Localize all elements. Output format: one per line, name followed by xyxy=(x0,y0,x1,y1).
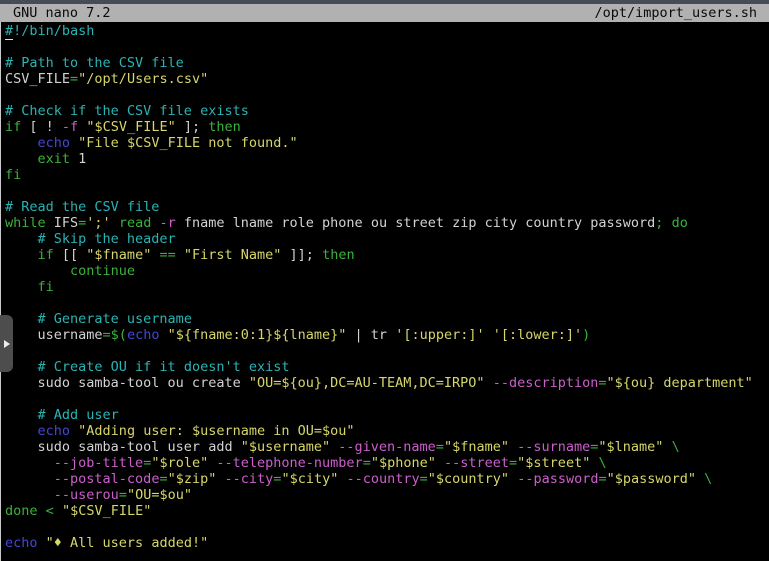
code-line xyxy=(5,183,769,199)
expand-arrow-icon xyxy=(4,340,10,348)
code-line xyxy=(5,39,769,55)
code-line: if [ ! -f "$CSV_FILE" ]; then xyxy=(5,119,769,135)
code-line: done < "$CSV_FILE" xyxy=(5,503,769,519)
terminal-window: GNU nano 7.2 /opt/import_users.sh #!/bin… xyxy=(0,0,769,561)
file-path-label: /opt/import_users.sh xyxy=(594,4,757,22)
code-line: # Read the CSV file xyxy=(5,199,769,215)
code-line: --postal-code="$zip" --city="$city" --co… xyxy=(5,471,769,487)
code-line: echo "♦ All users added!" xyxy=(5,535,769,551)
code-line: #!/bin/bash xyxy=(5,23,769,39)
code-line: fi xyxy=(5,167,769,183)
code-line: # Create OU if it doesn't exist xyxy=(5,359,769,375)
code-line: while IFS=';' read -r fname lname role p… xyxy=(5,215,769,231)
code-line: # Add user xyxy=(5,407,769,423)
code-line: --userou="OU=$ou" xyxy=(5,487,769,503)
code-line: fi xyxy=(5,279,769,295)
code-line: CSV_FILE="/opt/Users.csv" xyxy=(5,71,769,87)
side-panel-handle[interactable] xyxy=(0,315,13,372)
code-line xyxy=(5,519,769,535)
code-line: # Check if the CSV file exists xyxy=(5,103,769,119)
code-line xyxy=(5,295,769,311)
text-cursor: # xyxy=(5,23,13,40)
code-line xyxy=(5,343,769,359)
nano-titlebar: GNU nano 7.2 /opt/import_users.sh xyxy=(0,4,769,22)
code-line: if [[ "$fname" == "First Name" ]]; then xyxy=(5,247,769,263)
window-left-edge xyxy=(0,0,1,561)
code-area[interactable]: #!/bin/bash # Path to the CSV fileCSV_FI… xyxy=(0,22,769,561)
code-line: exit 1 xyxy=(5,151,769,167)
code-line: # Skip the header xyxy=(5,231,769,247)
code-line: --job-title="$role" --telephone-number="… xyxy=(5,455,769,471)
code-line: # Generate username xyxy=(5,311,769,327)
code-line: echo "Adding user: $username in OU=$ou" xyxy=(5,423,769,439)
app-version-label: GNU nano 7.2 xyxy=(13,4,111,22)
code-line: echo "File $CSV_FILE not found." xyxy=(5,135,769,151)
code-line: # Path to the CSV file xyxy=(5,55,769,71)
code-line: continue xyxy=(5,263,769,279)
code-line xyxy=(5,87,769,103)
code-line: username=$(echo "${fname:0:1}${lname}" |… xyxy=(5,327,769,343)
code-line xyxy=(5,391,769,407)
code-line: sudo samba-tool user add "$username" --g… xyxy=(5,439,769,455)
code-line: sudo samba-tool ou create "OU=${ou},DC=A… xyxy=(5,375,769,391)
